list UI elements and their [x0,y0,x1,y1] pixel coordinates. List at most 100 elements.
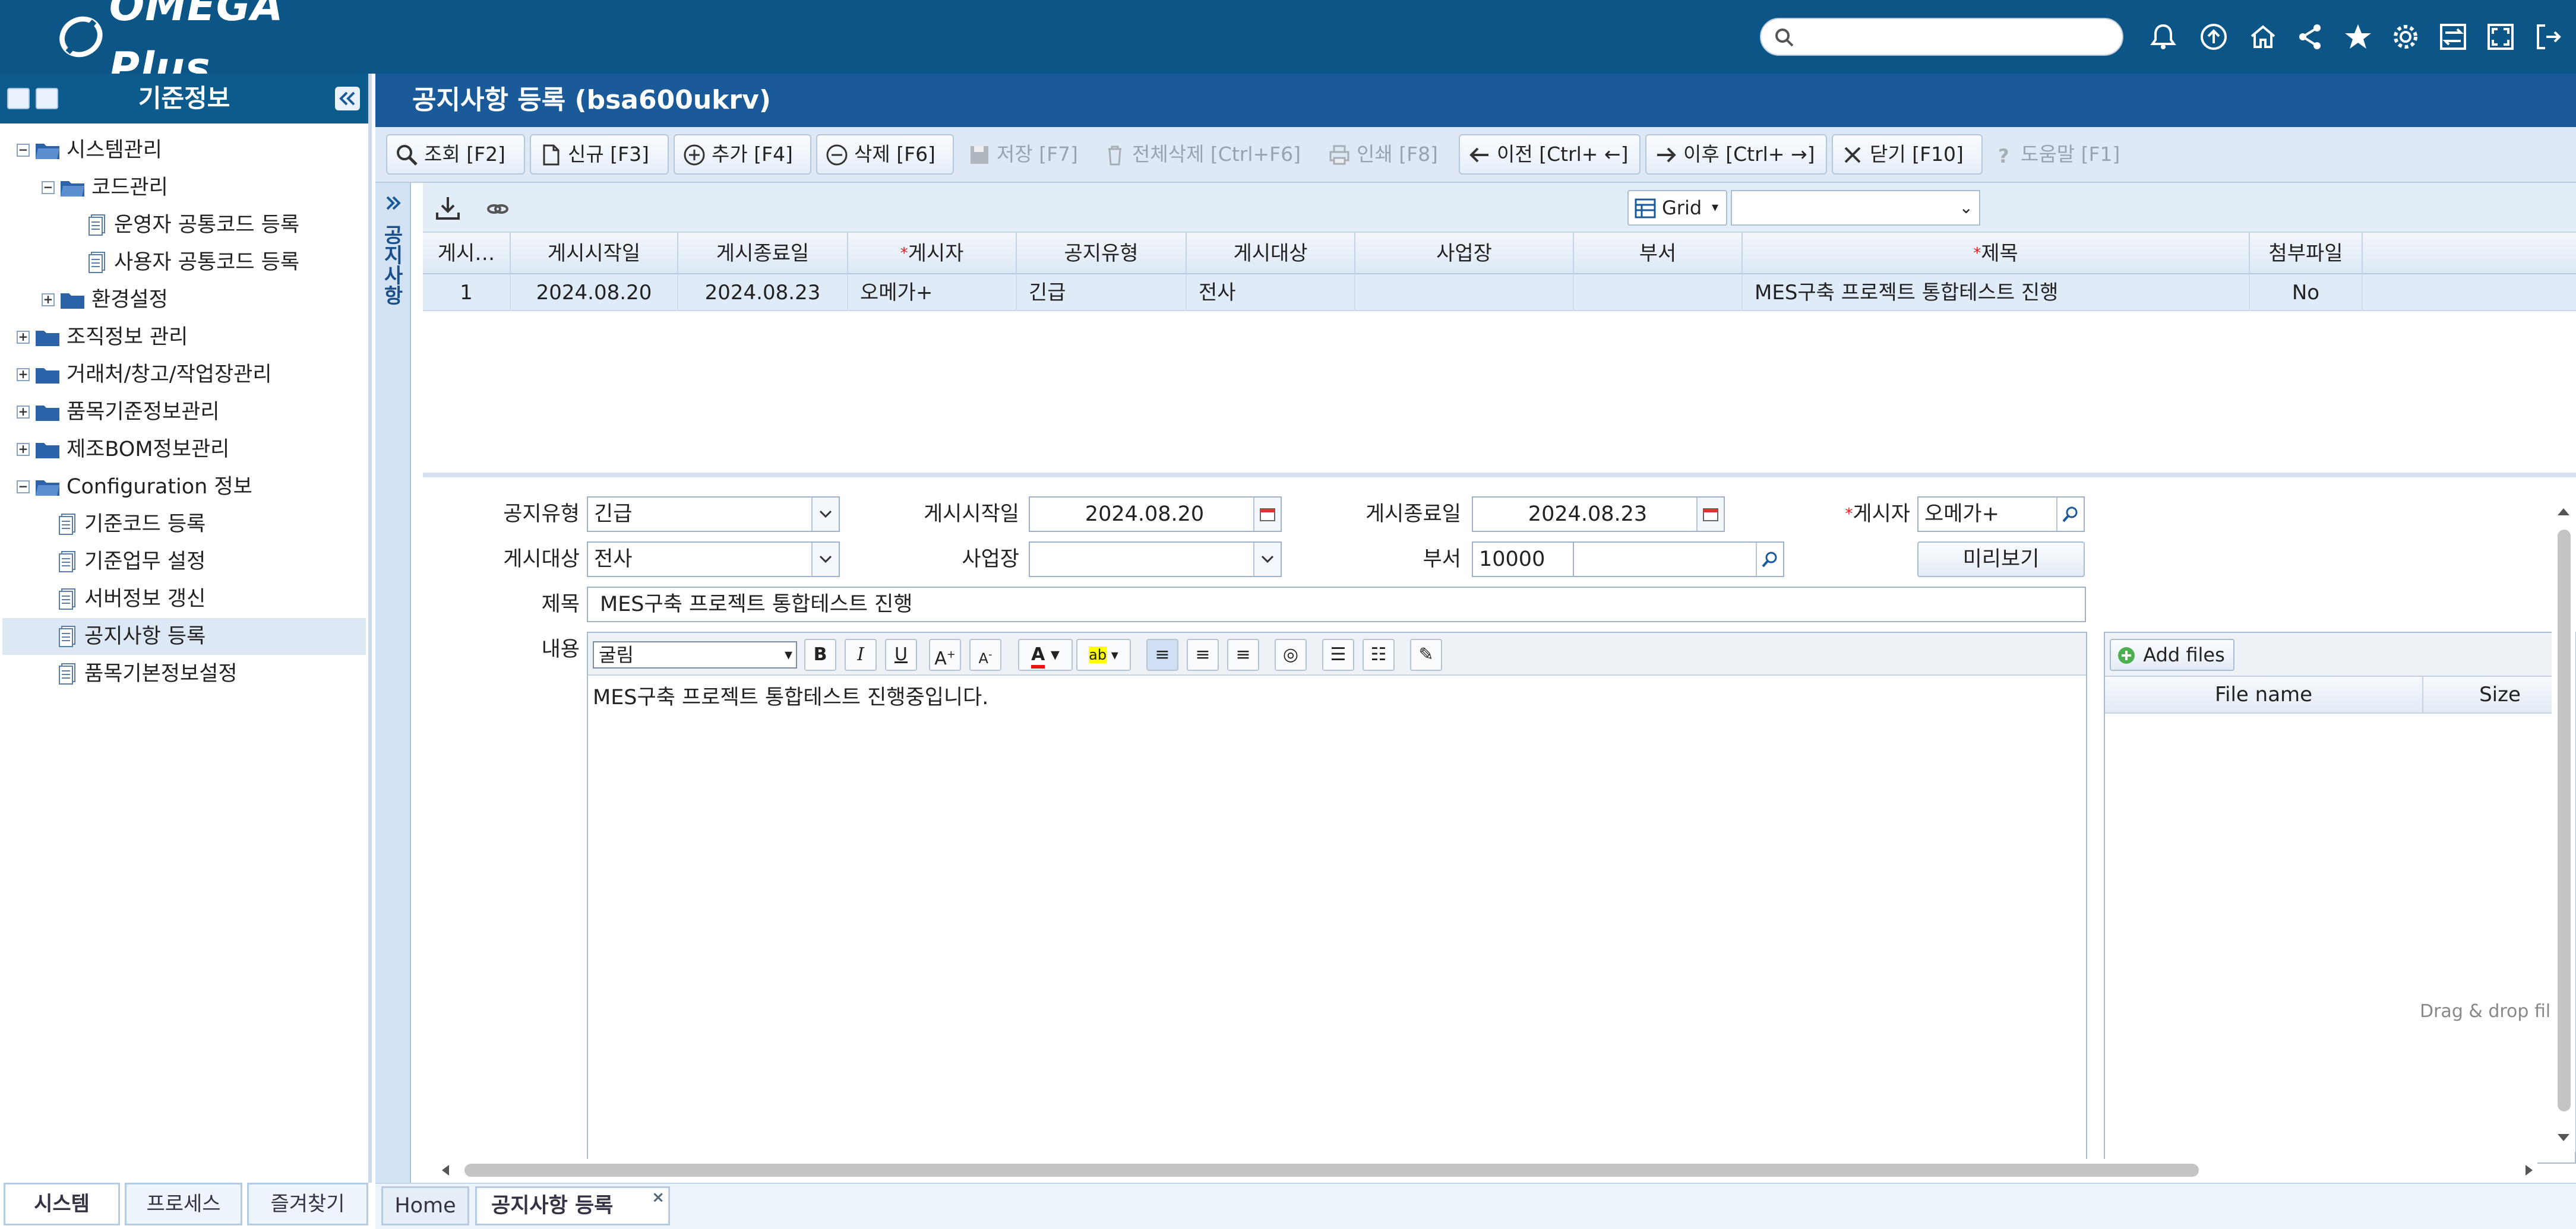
vertical-scroll-thumb[interactable] [2558,530,2571,1111]
subject-input[interactable]: MES구축 프로젝트 통합테스트 진행 [587,587,2086,622]
sidebar-item[interactable]: 기준코드 등록 [2,506,366,543]
col-header-seq[interactable]: 게시… [423,233,511,274]
expand-node-icon[interactable]: + [17,443,30,456]
help-button[interactable]: ? 도움말 [F1] [1983,134,2137,175]
dept-name-field[interactable] [1573,541,1784,577]
collapse-sidebar-icon[interactable] [335,87,360,110]
vertical-scrollbar[interactable] [2552,499,2575,1152]
bell-icon[interactable] [2144,18,2182,56]
grid-view-dropdown[interactable]: Grid ▾ [1627,190,1727,226]
grid-filter-select[interactable]: ⌄ [1731,190,1980,226]
download-icon[interactable] [435,195,461,221]
chevron-down-icon[interactable] [811,498,839,531]
content-editor[interactable]: 굴림 ▾ B I U A+ A- A ▾ ab ▾ ≡ ≡ ≡ ◎ ☰ ☷ ✎ … [587,632,2087,1164]
scroll-left-icon[interactable] [440,1164,451,1177]
sidebar-item[interactable]: 사용자 공통코드 등록 [2,244,366,281]
sidebar-item[interactable]: + 품목기준정보관리 [2,394,366,430]
font-size-down-icon[interactable]: A- [969,639,1001,671]
delete-all-button[interactable]: 전체삭제 [Ctrl+F6] [1094,134,1344,175]
app-logo[interactable]: OMEGA Plus [56,0,389,92]
search-panel-strip[interactable]: 공지사항 [375,183,411,1183]
upload-icon[interactable] [2195,18,2233,56]
sidebar-item[interactable]: − 코드관리 [2,169,366,206]
sidebar-item[interactable]: 품목기본정보설정 [2,655,366,692]
gear-icon[interactable] [2387,18,2425,56]
expand-node-icon[interactable]: + [17,368,30,381]
search-icon[interactable] [1756,543,1783,576]
site-select[interactable] [1029,541,1282,577]
source-edit-icon[interactable]: ✎ [1410,639,1442,671]
add-files-button[interactable]: Add files [2110,639,2234,671]
underline-icon[interactable]: U [885,639,917,671]
col-header-site[interactable]: 사업장 [1355,233,1574,274]
notice-type-select[interactable]: 긴급 [587,496,840,532]
calendar-icon[interactable] [1253,498,1281,531]
share-icon[interactable] [2291,18,2330,56]
sidebar-item[interactable]: 서버정보 갱신 [2,581,366,617]
start-date-field[interactable]: 2024.08.20 [1029,496,1282,532]
chevron-down-icon[interactable] [811,543,839,576]
link-icon[interactable] [485,198,511,220]
font-color-icon[interactable]: A ▾ [1018,639,1073,671]
calendar-icon[interactable] [1696,498,1724,531]
end-date-field[interactable]: 2024.08.23 [1472,496,1725,532]
collapse-node-icon[interactable]: − [17,480,30,493]
sidebar-item[interactable]: + 환경설정 [2,281,366,318]
sidebar-tab-system[interactable]: 시스템 [4,1183,120,1225]
align-center-icon[interactable]: ≡ [1187,639,1219,671]
expand-node-icon[interactable]: + [17,406,30,419]
save-button[interactable]: 저장 [F7] [959,134,1101,175]
align-left-icon[interactable]: ≡ [1146,639,1178,671]
insert-link-icon[interactable]: ◎ [1275,639,1307,671]
sidebar-item[interactable]: + 조직정보 관리 [2,319,366,356]
table-row[interactable]: 1 2024.08.20 2024.08.23 오메가+ 긴급 전사 MES구축… [423,274,2576,311]
align-right-icon[interactable]: ≡ [1227,639,1259,671]
sidebar-item[interactable]: + 제조BOM정보관리 [2,431,366,468]
new-button[interactable]: 신규 [F3] [530,134,669,175]
italic-icon[interactable]: I [845,639,877,671]
scroll-down-icon[interactable] [2556,1133,2571,1144]
bold-icon[interactable]: B [804,639,836,671]
swap-icon[interactable] [2434,18,2472,56]
sidebar-item[interactable]: − 시스템관리 [2,132,366,169]
global-search-input[interactable] [1760,18,2123,56]
scroll-up-icon[interactable] [2556,506,2571,517]
logout-icon[interactable] [2529,18,2567,56]
home-icon[interactable] [2244,18,2282,56]
search-icon[interactable] [2056,498,2084,531]
sidebar-item[interactable]: 기준업무 설정 [2,543,366,580]
fullscreen-icon[interactable] [2482,18,2520,56]
col-header-end-date[interactable]: 게시종료일 [678,233,848,274]
star-icon[interactable] [2339,18,2377,56]
expand-node-icon[interactable]: + [17,331,30,344]
sidebar-tab-process[interactable]: 프로세스 [125,1183,242,1225]
font-size-up-icon[interactable]: A+ [929,639,961,671]
collapse-node-icon[interactable]: − [42,181,55,194]
col-header-dept[interactable]: 부서 [1574,233,1743,274]
close-button[interactable]: 닫기 [F10] [1832,134,1983,175]
add-button[interactable]: 추가 [F4] [674,134,811,175]
sidebar-item[interactable]: − Configuration 정보 [2,468,366,505]
col-header-start-date[interactable]: 게시시작일 [511,233,678,274]
horizontal-scroll-thumb[interactable] [464,1164,2199,1177]
col-header-poster[interactable]: *게시자 [848,233,1017,274]
scroll-right-icon[interactable] [2523,1164,2535,1177]
preview-button[interactable]: 미리보기 [1917,541,2085,577]
col-header-target[interactable]: 게시대상 [1187,233,1355,274]
collapse-node-icon[interactable]: − [17,144,30,157]
editor-content[interactable]: MES구축 프로젝트 통합테스트 진행중입니다. [593,680,988,711]
tab-notice-register[interactable]: 공지사항 등록 × [475,1186,670,1225]
expand-panel-icon[interactable] [381,191,405,215]
horizontal-scrollbar[interactable] [423,1159,2537,1180]
sidebar-item[interactable]: 공지사항 등록 [2,618,366,655]
sidebar-item[interactable]: + 거래처/창고/작업장관리 [2,356,366,393]
close-tab-icon[interactable]: × [652,1180,665,1215]
chevron-down-icon[interactable] [1253,543,1281,576]
col-header-subject[interactable]: *제목 [1743,233,2250,274]
bullet-list-icon[interactable]: ☷ [1363,639,1395,671]
expand-node-icon[interactable]: + [42,293,55,306]
delete-button[interactable]: 삭제 [F6] [816,134,954,175]
query-button[interactable]: 조회 [F2] [386,134,525,175]
poster-field[interactable]: 오메가+ [1917,496,2085,532]
font-select[interactable]: 굴림 ▾ [593,641,797,669]
